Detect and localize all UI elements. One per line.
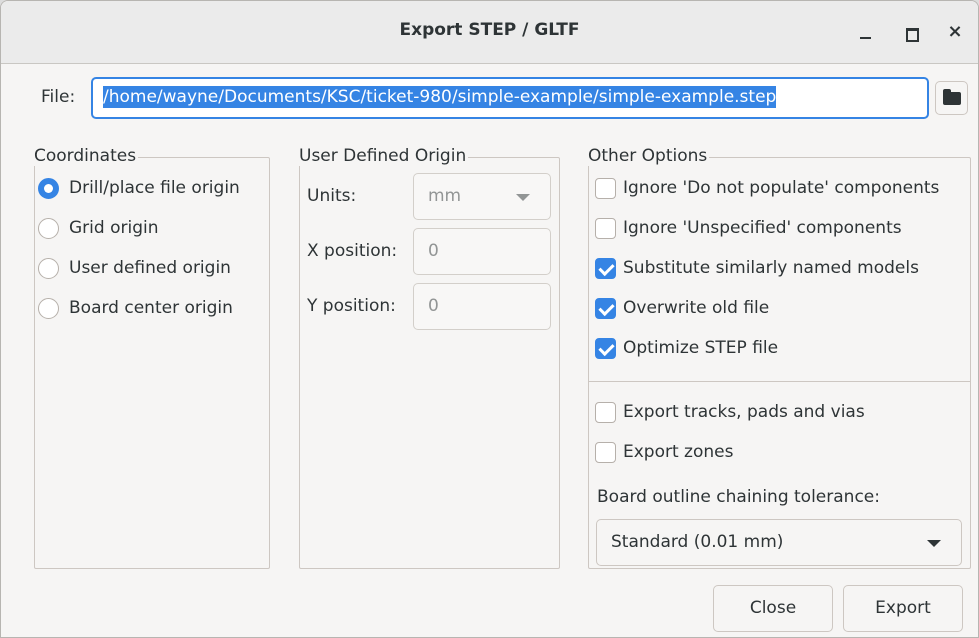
- radio-label: Drill/place file origin: [69, 178, 240, 198]
- checkbox[interactable]: [595, 298, 616, 319]
- checkbox[interactable]: [595, 442, 616, 463]
- export-step-dialog: Export STEP / GLTF × File: /home/wayne/D…: [0, 0, 979, 638]
- radio-label: Board center origin: [69, 298, 233, 318]
- checkbox-label: Ignore 'Do not populate' components: [623, 178, 940, 198]
- radio-button[interactable]: [38, 258, 59, 279]
- user-origin-title: User Defined Origin: [299, 146, 469, 166]
- radio-label: User defined origin: [69, 258, 231, 278]
- checkbox[interactable]: [595, 402, 616, 423]
- checkbox[interactable]: [595, 258, 616, 279]
- radio-button[interactable]: [38, 178, 59, 199]
- radio-button[interactable]: [38, 218, 59, 239]
- coordinates-title: Coordinates: [34, 146, 139, 166]
- checkbox-label: Export tracks, pads and vias: [623, 402, 865, 422]
- checkbox[interactable]: [595, 218, 616, 239]
- checkbox-label: Overwrite old file: [623, 298, 770, 318]
- units-value: mm: [428, 186, 462, 206]
- other-options-title: Other Options: [588, 146, 710, 166]
- chevron-down-icon: [927, 540, 941, 547]
- options-separator: [589, 381, 970, 382]
- checkbox-label: Substitute similarly named models: [623, 258, 919, 278]
- x-position-input[interactable]: 0: [413, 228, 551, 275]
- units-label: Units:: [307, 186, 357, 206]
- tolerance-select[interactable]: Standard (0.01 mm): [596, 519, 962, 566]
- maximize-icon[interactable]: [901, 23, 921, 43]
- x-position-value: 0: [428, 241, 439, 261]
- y-position-input[interactable]: 0: [413, 283, 551, 330]
- close-icon[interactable]: ×: [945, 23, 965, 43]
- y-position-label: Y position:: [307, 296, 396, 316]
- radio-button[interactable]: [38, 298, 59, 319]
- browse-button[interactable]: [935, 81, 968, 115]
- x-position-label: X position:: [307, 241, 398, 261]
- y-position-value: 0: [428, 296, 439, 316]
- checkbox-label: Ignore 'Unspecified' components: [623, 218, 902, 238]
- export-button[interactable]: Export: [843, 585, 963, 632]
- checkbox-label: Export zones: [623, 442, 734, 462]
- file-path-input[interactable]: /home/wayne/Documents/KSC/ticket-980/sim…: [91, 77, 929, 119]
- checkbox-label: Optimize STEP file: [623, 338, 779, 358]
- chevron-down-icon: [516, 194, 530, 201]
- radio-label: Grid origin: [69, 218, 159, 238]
- titlebar[interactable]: Export STEP / GLTF ×: [1, 1, 978, 64]
- close-button[interactable]: Close: [713, 585, 833, 632]
- file-label: File:: [41, 87, 76, 107]
- tolerance-label: Board outline chaining tolerance:: [597, 487, 880, 507]
- units-select[interactable]: mm: [413, 173, 551, 220]
- tolerance-value: Standard (0.01 mm): [611, 532, 784, 552]
- window-title: Export STEP / GLTF: [399, 20, 580, 40]
- folder-icon: [943, 89, 961, 105]
- file-path-value: /home/wayne/Documents/KSC/ticket-980/sim…: [103, 86, 777, 108]
- minimize-icon[interactable]: [856, 23, 876, 43]
- checkbox[interactable]: [595, 338, 616, 359]
- checkbox[interactable]: [595, 178, 616, 199]
